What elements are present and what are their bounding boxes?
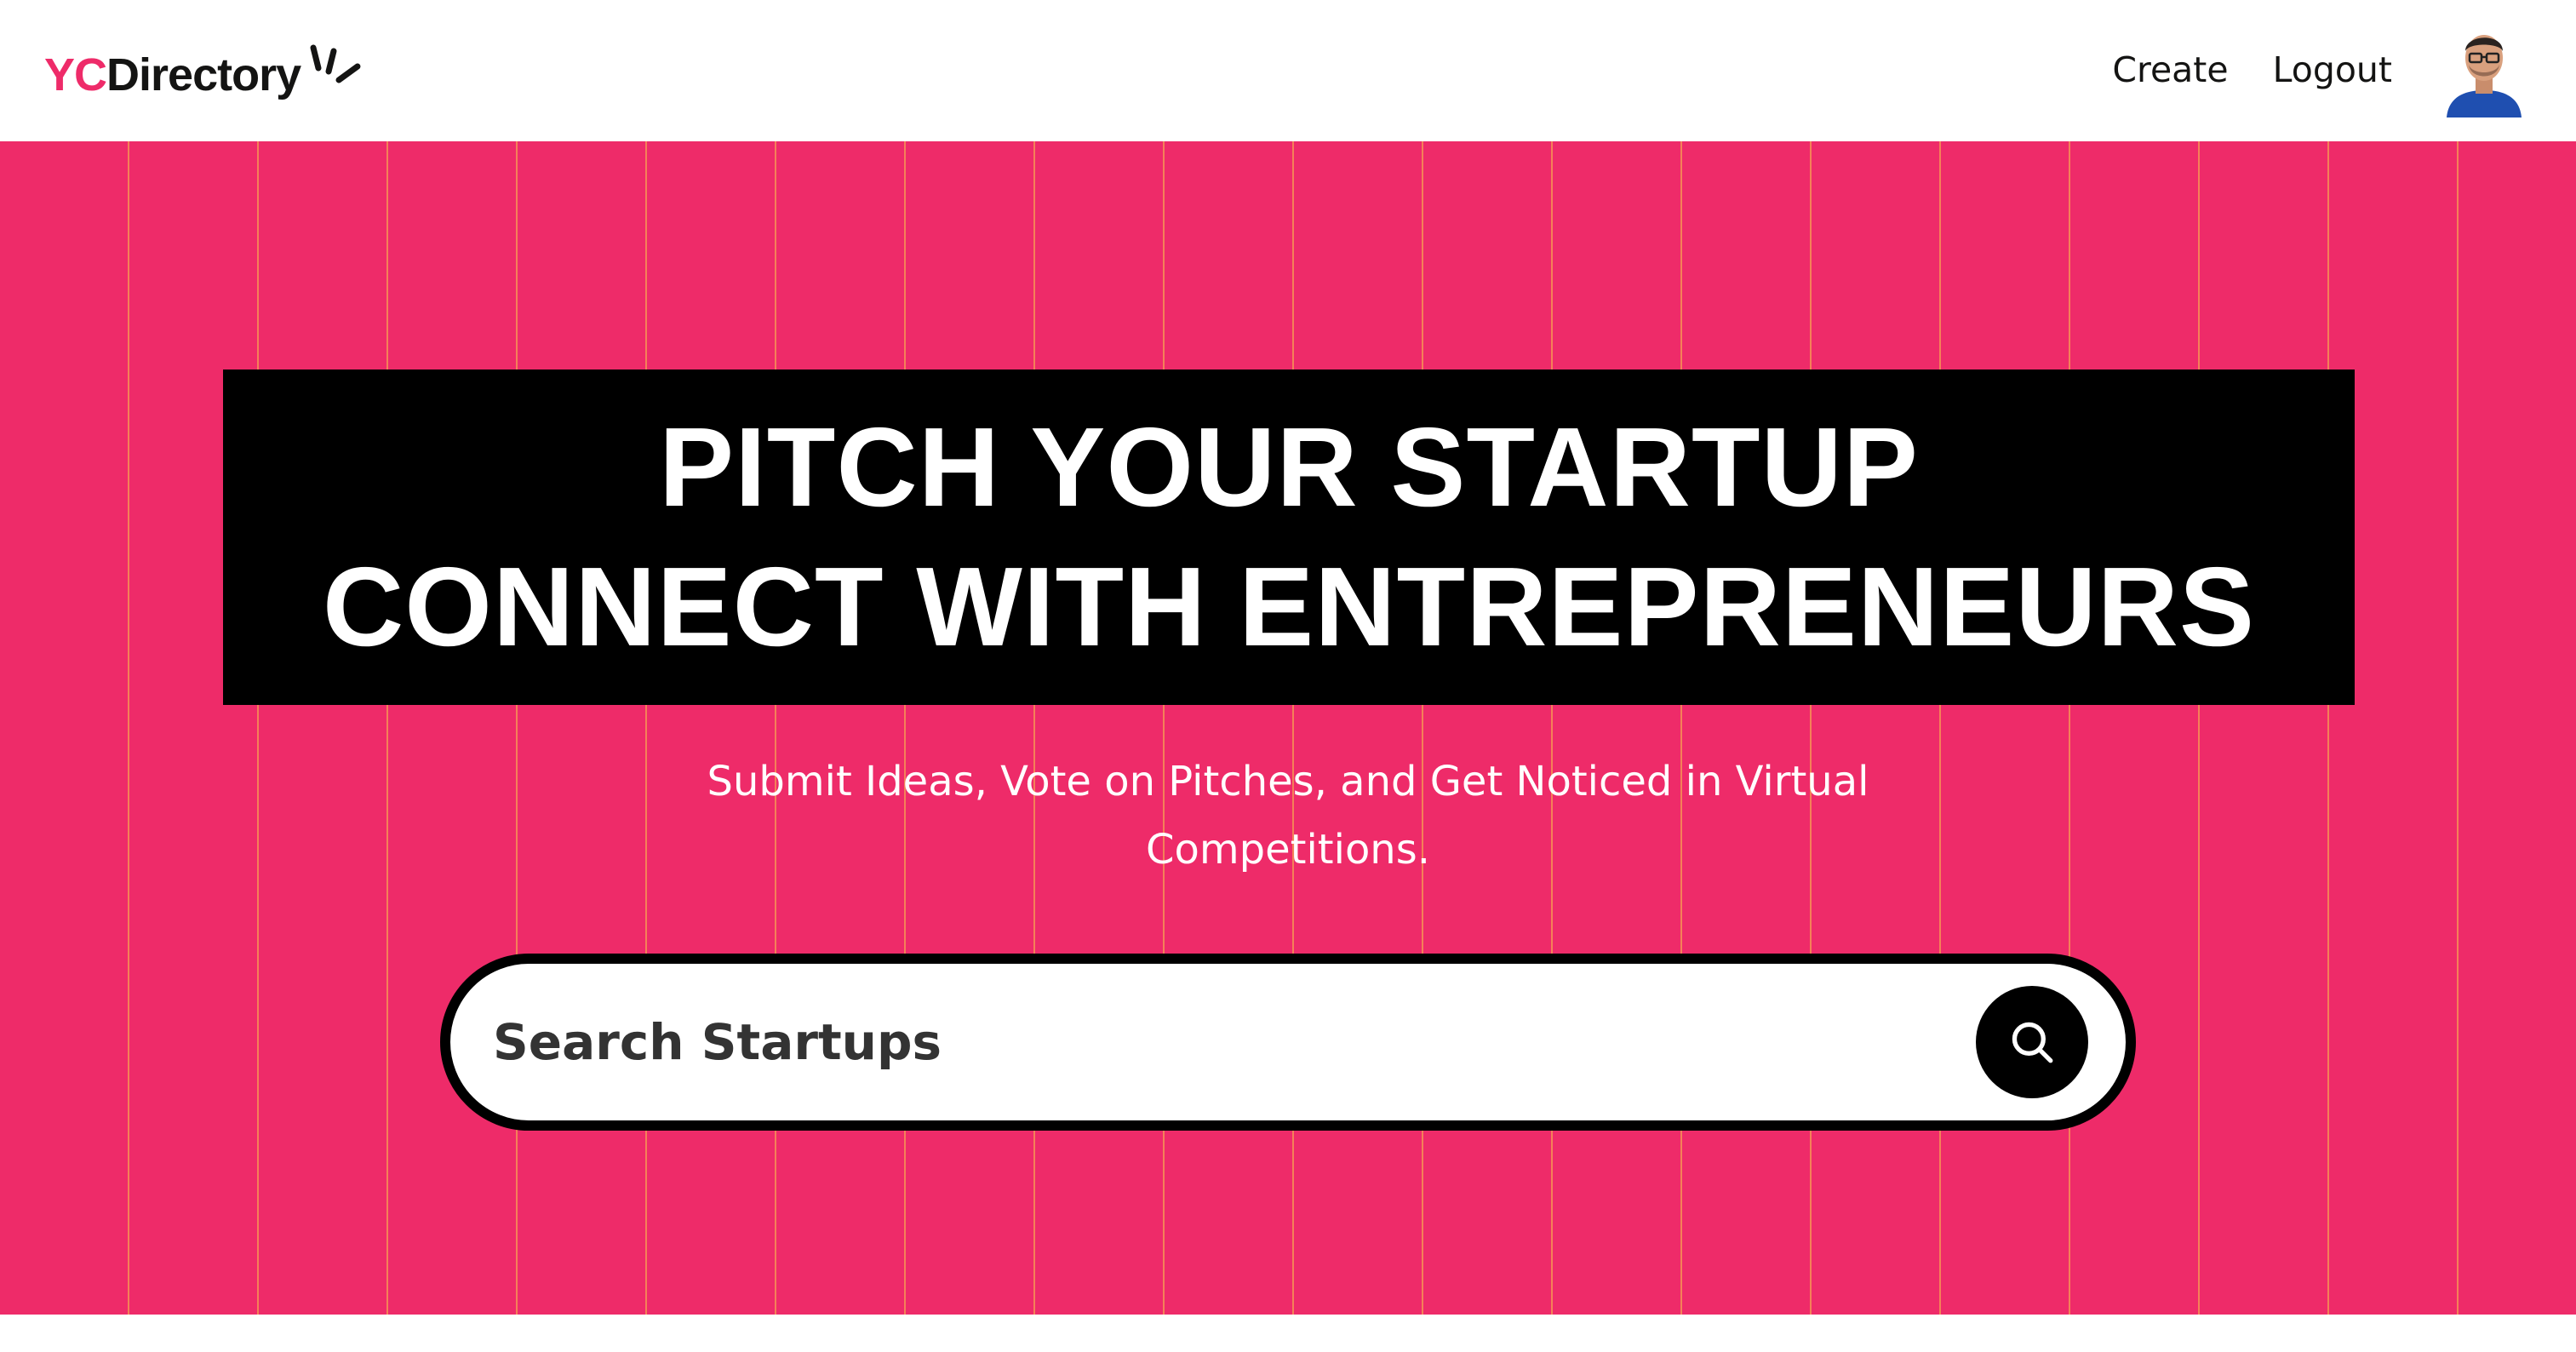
search-button[interactable] [1976,986,2088,1098]
logo-directory-text: Directory [106,49,301,100]
hero-heading-line-2: CONNECT WITH ENTREPRENEURS [322,544,2256,669]
nav-links: Create Logout [2112,22,2525,117]
avatar-image [2447,35,2522,117]
create-link[interactable]: Create [2112,49,2228,90]
navbar: YC Directory Create Logout [0,0,2576,141]
logout-link[interactable]: Logout [2273,49,2392,90]
hero-subheading: Submit Ideas, Vote on Pitches, and Get N… [707,758,1869,874]
hero-heading-line-1: PITCH YOUR STARTUP [659,404,1919,530]
hero-section: PITCH YOUR STARTUP CONNECT WITH ENTREPRE… [0,141,2576,1315]
search-form [440,954,2136,1131]
hero-heading: PITCH YOUR STARTUP CONNECT WITH ENTREPRE… [223,370,2355,705]
logo-sparks-icon [310,44,361,83]
search-icon [2012,1022,2053,1063]
search-input[interactable] [450,963,1976,1121]
user-avatar-icon[interactable] [2443,22,2525,117]
logo-yc-text: YC [44,49,107,100]
logo-link[interactable]: YC Directory [44,41,301,109]
page: YC Directory Create Logout PITCH YOUR ST… [0,0,2576,1352]
